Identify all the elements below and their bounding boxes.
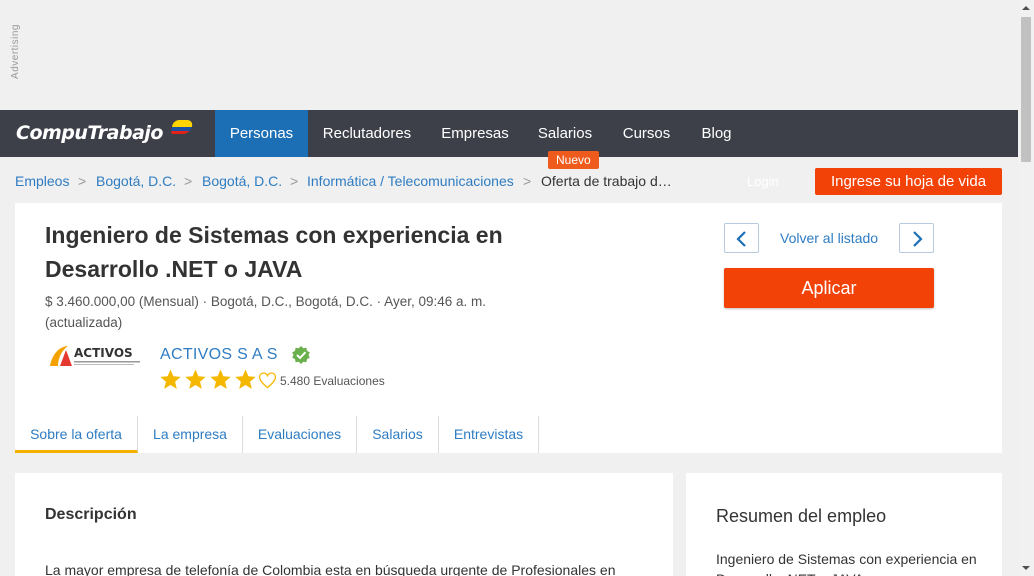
breadcrumb-item-empleos[interactable]: Empleos — [15, 173, 69, 189]
nav-item-blog[interactable]: Blog — [694, 110, 739, 157]
tab-salarios[interactable]: Salarios — [357, 416, 439, 453]
company-logo[interactable]: ACTIVOS — [46, 340, 144, 372]
description-card: Descripción La mayor empresa de telefoní… — [15, 473, 673, 576]
breadcrumb-separator: > — [78, 173, 87, 189]
breadcrumb-item-bogota[interactable]: Bogotá, D.C. — [96, 173, 176, 189]
star-filled-icon — [235, 369, 256, 389]
tab-sobre-la-oferta[interactable]: Sobre la oferta — [15, 416, 138, 453]
breadcrumb-separator: > — [290, 173, 299, 189]
heart-outline-icon — [258, 372, 277, 389]
scroll-down-arrow-icon[interactable] — [1018, 560, 1034, 576]
ad-banner: Advertising — [0, 0, 1018, 110]
chevron-left-icon — [736, 231, 746, 247]
tab-entrevistas[interactable]: Entrevistas — [439, 416, 539, 453]
description-title: Descripción — [45, 506, 137, 523]
main-navbar: CompuTrabajo Personas Reclutadores Empre… — [0, 110, 1018, 157]
previous-job-button[interactable] — [724, 223, 759, 253]
scroll-up-arrow-icon[interactable] — [1018, 0, 1034, 16]
tab-la-empresa[interactable]: La empresa — [138, 416, 243, 453]
breadcrumb-item-bogota-city[interactable]: Bogotá, D.C. — [202, 173, 282, 189]
breadcrumb-item-category[interactable]: Informática / Telecomunicaciones — [307, 173, 514, 189]
login-link[interactable]: Login — [747, 174, 779, 189]
nav-item-empresas[interactable]: Empresas — [434, 110, 516, 157]
description-text: La mayor empresa de telefonía de Colombi… — [45, 562, 616, 576]
page-scrollbar[interactable] — [1018, 0, 1034, 576]
nav-item-personas[interactable]: Personas — [215, 110, 308, 157]
breadcrumb-current: Oferta de trabajo d… — [541, 173, 672, 189]
svg-text:ACTIVOS: ACTIVOS — [74, 346, 133, 360]
new-badge: Nuevo — [548, 151, 599, 169]
company-name-link[interactable]: ACTIVOS S A S — [160, 346, 278, 364]
colombia-flag-icon — [170, 120, 194, 134]
scrollbar-thumb[interactable] — [1021, 17, 1031, 162]
job-header-card: Ingeniero de Sistemas con experiencia en… — [15, 203, 1002, 453]
ad-label: Advertising — [10, 24, 21, 79]
nav-item-salarios[interactable]: Salarios — [531, 110, 599, 157]
nav-item-reclutadores[interactable]: Reclutadores — [316, 110, 418, 157]
summary-text: Ingeniero de Sistemas con experiencia en… — [716, 551, 977, 576]
next-job-button[interactable] — [899, 223, 934, 253]
summary-title: Resumen del empleo — [716, 506, 887, 526]
breadcrumb-separator: > — [523, 173, 532, 189]
star-filled-icon — [185, 369, 206, 389]
upload-cv-button[interactable]: Ingrese su hoja de vida — [815, 168, 1002, 195]
star-filled-icon — [210, 369, 231, 389]
apply-button[interactable]: Aplicar — [724, 268, 934, 308]
tab-evaluaciones[interactable]: Evaluaciones — [243, 416, 357, 453]
chevron-right-icon — [913, 231, 923, 247]
nav-item-cursos[interactable]: Cursos — [615, 110, 678, 157]
job-title: Ingeniero de Sistemas con experiencia en… — [45, 222, 503, 282]
job-meta: $ 3.460.000,00 (Mensual) · Bogotá, D.C.,… — [45, 294, 486, 330]
reviews-count-link[interactable]: 5.480 Evaluaciones — [280, 374, 385, 388]
breadcrumb-separator: > — [184, 173, 193, 189]
site-logo[interactable]: CompuTrabajo — [16, 122, 163, 144]
star-filled-icon — [160, 369, 181, 389]
back-to-list-link[interactable]: Volver al listado — [780, 230, 878, 246]
job-summary-card: Resumen del empleo Ingeniero de Sistemas… — [686, 473, 1002, 576]
verified-check-icon — [291, 345, 311, 365]
